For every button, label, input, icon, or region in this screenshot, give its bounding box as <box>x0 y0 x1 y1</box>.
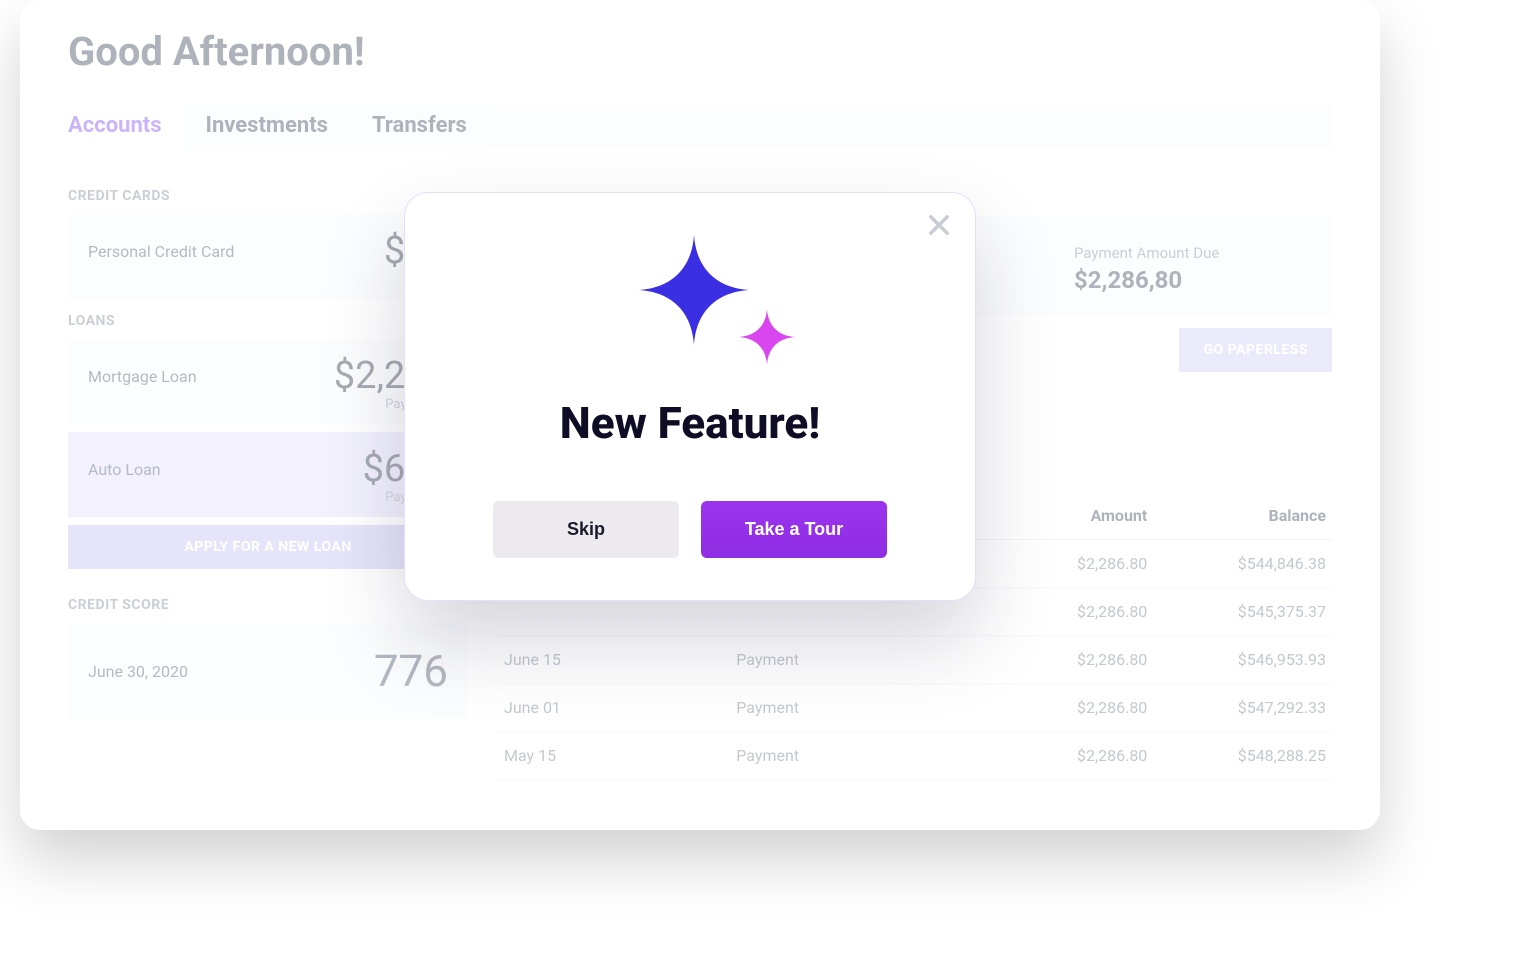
skip-button[interactable]: Skip <box>493 501 679 558</box>
take-tour-button[interactable]: Take a Tour <box>701 501 887 558</box>
sparkle-icon <box>739 309 795 365</box>
sparkle-illustration <box>439 229 941 379</box>
modal-title: New Feature! <box>439 397 941 449</box>
new-feature-modal: New Feature! Skip Take a Tour <box>404 192 976 601</box>
sparkle-icon <box>639 235 749 345</box>
